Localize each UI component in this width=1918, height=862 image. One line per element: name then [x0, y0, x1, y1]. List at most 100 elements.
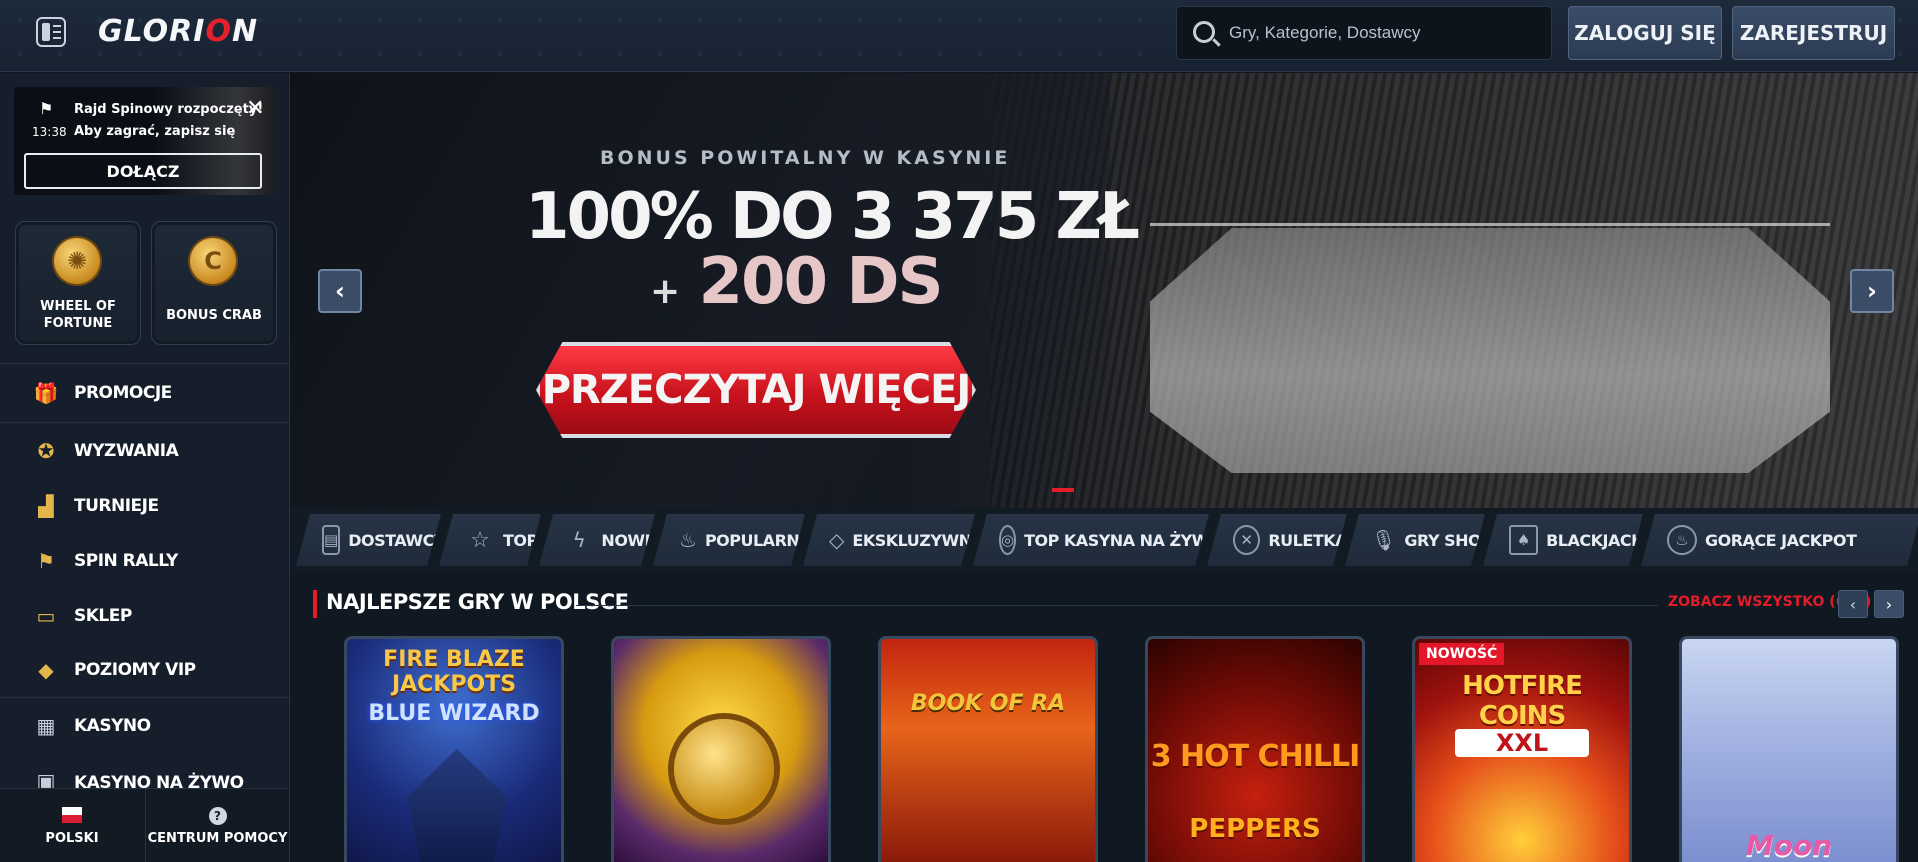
notification-title: Rajd Spinowy rozpoczęty!: [74, 102, 264, 117]
diamond-icon: ◇: [829, 528, 845, 552]
sidebar-item-tournaments[interactable]: ▟ TURNIEJE: [0, 478, 289, 533]
sidebar-item-promotions[interactable]: 🎁 PROMOCJE: [0, 363, 289, 423]
game-card[interactable]: 3 HOT CHILLI PEPPERS: [1145, 636, 1365, 862]
star-icon: ☆: [470, 527, 490, 553]
close-icon[interactable]: ✕: [246, 96, 264, 121]
tab-label: BLACKJACK: [1546, 530, 1643, 550]
octagon-image: [1150, 228, 1830, 473]
site-logo[interactable]: GLORION: [98, 14, 258, 49]
cards-icon: ♠: [1509, 525, 1538, 555]
chevron-right-icon[interactable]: ›: [1874, 590, 1904, 618]
tab-label: NOWE: [601, 530, 655, 550]
checkered-flag-icon: ⚑: [39, 99, 54, 118]
game-card[interactable]: [611, 636, 831, 862]
join-button[interactable]: DOŁĄCZ: [24, 153, 262, 189]
tab-blackjack[interactable]: ♠ BLACKJACK: [1483, 514, 1643, 566]
tab-game-shows[interactable]: 🎙 GRY SHOW: [1345, 514, 1485, 566]
sidebar-item-challenges[interactable]: ✪ WYZWANIA: [0, 423, 289, 478]
wheel-icon: ✺: [54, 238, 100, 284]
chevron-left-icon[interactable]: ‹: [1838, 590, 1868, 618]
games-section: NAJLEPSZE GRY W POLSCE ZOBACZ WSZYSTKO (…: [290, 572, 1918, 862]
tab-label: DOSTAWCY: [348, 530, 445, 550]
hero-free-spins: 200 DS: [698, 245, 943, 319]
search-icon: [1193, 21, 1215, 43]
gift-icon: 🎁: [33, 381, 59, 405]
tab-top-live-casino[interactable]: ◎ TOP KASYNA NA ŻYWO: [973, 514, 1209, 566]
sidebar-item-label: PROMOCJE: [74, 383, 172, 403]
tab-new[interactable]: ϟ NOWE: [539, 514, 655, 566]
sidebar-item-casino[interactable]: ▦ KASYNO: [0, 698, 289, 753]
category-bar: ▤ DOSTAWCY ☆ TOP ϟ NOWE ♨ POPULARNE ◇ EK…: [290, 508, 1918, 572]
roulette-icon: ✕: [1233, 525, 1260, 555]
game-card[interactable]: NOWOŚĆ HOTFIRE COINS XXL: [1412, 636, 1632, 862]
notification-time: 13:38: [32, 125, 67, 139]
poland-flag-icon: [62, 806, 82, 823]
tab-hot-jackpot[interactable]: ♨ GORĄCE JACKPOT: [1641, 514, 1918, 566]
tab-providers[interactable]: ▤ DOSTAWCY: [296, 514, 441, 566]
register-button[interactable]: ZAREJESTRUJ: [1732, 6, 1895, 60]
game-card[interactable]: Moon Princess: [1679, 636, 1899, 862]
language-label: POLSKI: [45, 830, 99, 846]
flame-icon: ♨: [679, 528, 697, 552]
game-title: HOTFIRE COINS: [1462, 671, 1583, 731]
sidebar-item-live-casino[interactable]: ▣ KASYNO NA ŻYWO: [0, 753, 289, 793]
tab-exclusive[interactable]: ◇ EKSKLUZYWNE: [803, 514, 975, 566]
sidebar-item-shop[interactable]: ▭ SKLEP: [0, 588, 289, 643]
tab-label: POPULARNE: [704, 530, 810, 550]
live-icon: ◎: [999, 525, 1016, 555]
diamond-icon: ◆: [38, 658, 54, 682]
hero-headline-second: + 200 DS: [650, 245, 944, 319]
tab-popular[interactable]: ♨ POPULARNE: [653, 514, 805, 566]
train-illustration: [674, 719, 774, 819]
login-button[interactable]: ZALOGUJ SIĘ: [1568, 6, 1722, 60]
tab-label: GORĄCE JACKPOT: [1705, 530, 1857, 550]
bonus-crab-tile[interactable]: C BONUS CRAB: [151, 221, 277, 345]
shop-bag-icon: ▭: [36, 603, 56, 628]
podium-icon: ▟: [38, 493, 54, 518]
chevron-left-icon[interactable]: ‹: [318, 269, 362, 313]
read-more-button[interactable]: PRZECZYTAJ WIĘCEJ: [536, 342, 976, 438]
section-accent: [313, 590, 317, 618]
tab-label: RULETKA: [1268, 530, 1347, 550]
help-center-link[interactable]: ? CENTRUM POMOCY: [145, 789, 289, 862]
search-input[interactable]: [1229, 7, 1539, 59]
providers-icon: ▤: [322, 525, 340, 555]
section-title: NAJLEPSZE GRY W POLSCE: [326, 590, 629, 614]
language-selector[interactable]: POLSKI: [0, 789, 144, 862]
tab-top[interactable]: ☆ TOP: [439, 514, 541, 566]
hero-banner[interactable]: BONUS POWITALNY W KASYNIE 100% DO 3 375 …: [290, 73, 1918, 508]
wheel-of-fortune-tile[interactable]: ✺ WHEEL OF FORTUNE: [15, 221, 141, 345]
game-subtitle: XXL: [1455, 729, 1589, 757]
tab-label: TOP: [503, 530, 538, 550]
chevron-right-icon[interactable]: ›: [1850, 269, 1894, 313]
game-card[interactable]: BOOK OF RA: [878, 636, 1098, 862]
sidebar-item-label: SPIN RALLY: [74, 550, 178, 571]
microphone-icon: 🎙: [1371, 528, 1397, 552]
lightning-icon: ϟ: [572, 528, 586, 552]
wizard-illustration: [407, 749, 507, 862]
sidebar-toggle-icon[interactable]: [36, 17, 66, 47]
slide-indicator[interactable]: [1052, 488, 1074, 492]
game-title: 3 HOT CHILLI: [1150, 739, 1361, 774]
sidebar: ⚑ 13:38 Rajd Spinowy rozpoczęty! Aby zag…: [0, 73, 290, 862]
game-title: Moon Princess: [1745, 829, 1833, 862]
top-header: GLORION ZALOGUJ SIĘ ZAREJESTRUJ: [0, 0, 1918, 72]
tab-label: EKSKLUZYWNE: [852, 530, 982, 550]
sidebar-item-vip-levels[interactable]: ◆ POZIOMY VIP: [0, 643, 289, 698]
sidebar-item-label: POZIOMY VIP: [74, 660, 196, 680]
new-badge: NOWOŚĆ: [1419, 643, 1505, 665]
game-title: BOOK OF RA: [910, 691, 1066, 716]
sidebar-item-spin-rally[interactable]: ⚑ SPIN RALLY: [0, 533, 289, 588]
crab-icon: C: [190, 238, 236, 284]
hero-headline: 100% DO 3 375 ZŁ: [525, 180, 1140, 254]
tab-label: GRY SHOW: [1404, 530, 1499, 550]
logo-text: GLORION: [98, 14, 259, 49]
sidebar-footer: POLSKI ? CENTRUM POMOCY: [0, 788, 289, 862]
game-card[interactable]: FIRE BLAZE JACKPOTS BLUE WIZARD: [344, 636, 564, 862]
game-subtitle: BLUE WIZARD: [368, 701, 540, 726]
search-box[interactable]: [1176, 6, 1552, 60]
medal-icon: ✪: [37, 438, 55, 463]
hero-subtitle: BONUS POWITALNY W KASYNIE: [600, 147, 1011, 169]
tab-roulette[interactable]: ✕ RULETKA: [1207, 514, 1347, 566]
help-label: CENTRUM POMOCY: [147, 830, 288, 846]
